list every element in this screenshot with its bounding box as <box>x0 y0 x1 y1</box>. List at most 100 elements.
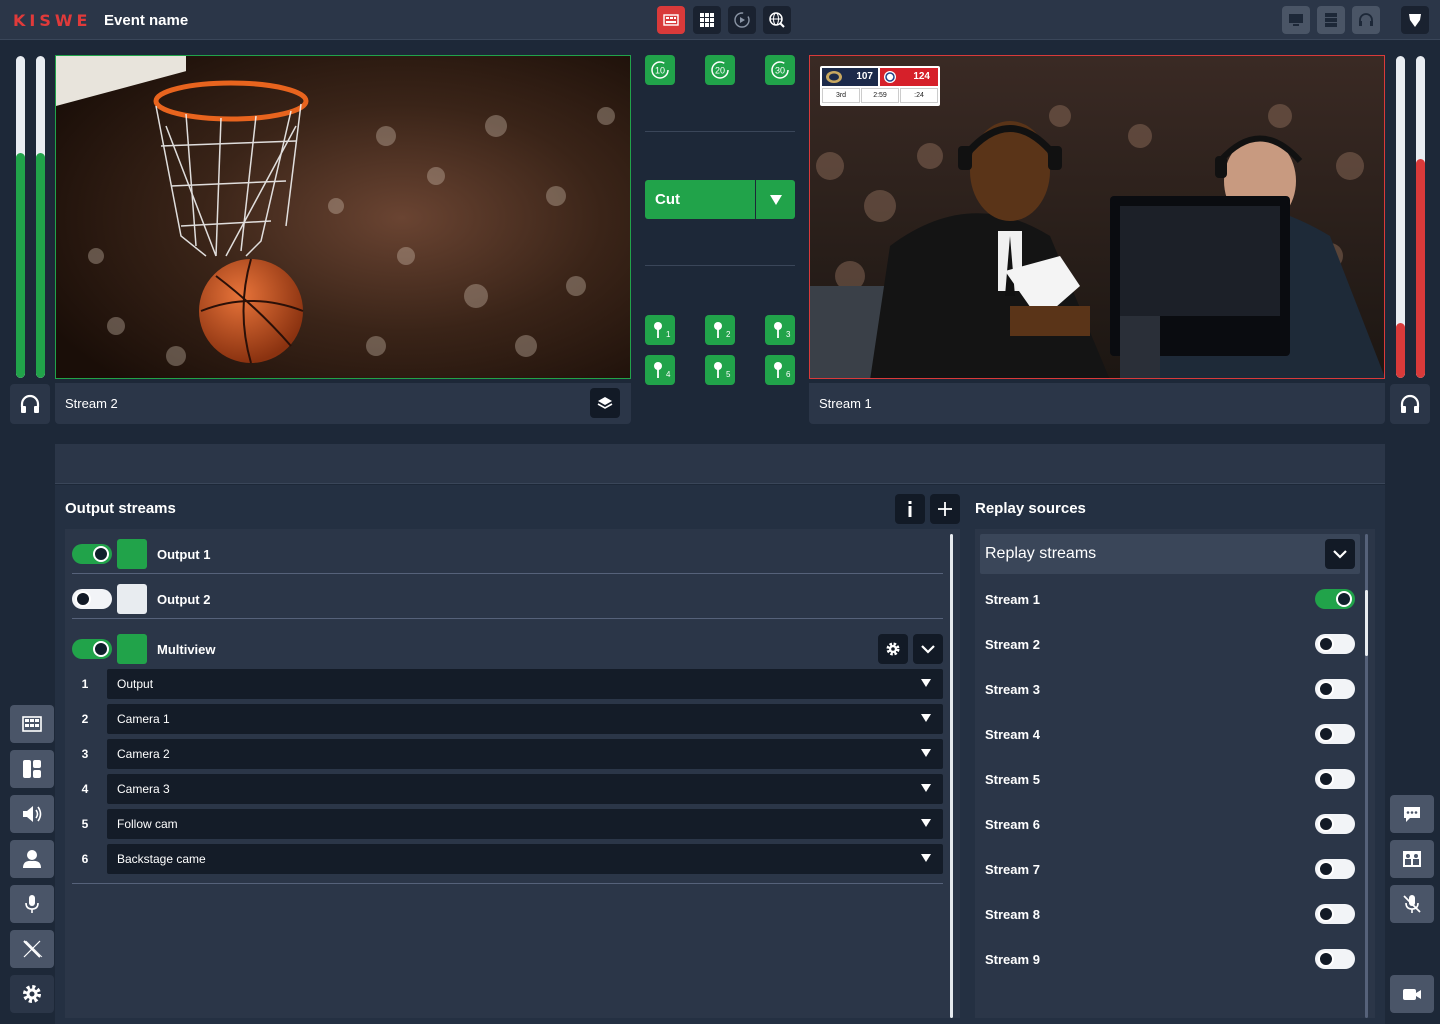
slot-6-select[interactable]: Backstage came <box>107 844 943 874</box>
replay-scrollbar-thumb[interactable] <box>1365 590 1368 656</box>
toggle-knob <box>1336 591 1352 607</box>
add-output-button[interactable] <box>930 494 960 524</box>
output-streams-title: Output streams <box>65 500 176 517</box>
toggle-knob <box>1318 681 1334 697</box>
server-button[interactable] <box>1317 6 1345 34</box>
slot-4-select[interactable]: Camera 3 <box>107 774 943 804</box>
chevron-down-icon <box>1333 550 1347 559</box>
headset-button[interactable] <box>1352 6 1380 34</box>
globe-search-icon <box>769 12 785 28</box>
marker-4-button[interactable]: 4 <box>645 355 675 385</box>
top-bar: KISWE Event name <box>0 0 1440 40</box>
output-1-toggle[interactable] <box>72 544 112 564</box>
rewind-10-button[interactable]: 10 <box>645 55 675 85</box>
toggle-knob <box>93 546 109 562</box>
output-2-color-swatch[interactable] <box>117 584 147 614</box>
clippers-logo-icon <box>884 71 896 83</box>
away-team-block: 124 <box>880 68 938 86</box>
game-clock: 2:59 <box>861 88 899 103</box>
plus-icon <box>938 502 952 516</box>
shot-clock: :24 <box>900 88 938 103</box>
monitor-button[interactable] <box>1282 6 1310 34</box>
sidebar-settings-button[interactable] <box>10 975 54 1013</box>
slot-1-select[interactable]: Output <box>107 669 943 699</box>
replay-stream-2-toggle[interactable] <box>1315 634 1355 654</box>
away-score: 124 <box>913 71 930 82</box>
output-1-color-swatch[interactable] <box>117 539 147 569</box>
grid-view-button[interactable] <box>693 6 721 34</box>
replay-stream-7-toggle[interactable] <box>1315 859 1355 879</box>
sidebar-mic-off-button[interactable] <box>1390 885 1434 923</box>
sidebar-audio-button[interactable] <box>10 795 54 833</box>
sidebar-multiview-button[interactable] <box>10 705 54 743</box>
output-2-toggle[interactable] <box>72 589 112 609</box>
svg-text:2: 2 <box>726 330 731 339</box>
replay-stream-6-toggle[interactable] <box>1315 814 1355 834</box>
toggle-knob <box>75 591 91 607</box>
replay-stream-4-toggle[interactable] <box>1315 724 1355 744</box>
toggle-knob <box>1318 906 1334 922</box>
marker-1-button[interactable]: 1 <box>645 315 675 345</box>
caret-down-icon <box>921 749 931 757</box>
marker-5-button[interactable]: 5 <box>705 355 735 385</box>
replay-stream-9-toggle[interactable] <box>1315 949 1355 969</box>
slot-2-select[interactable]: Camera 1 <box>107 704 943 734</box>
rewind-20-button[interactable]: 20 <box>705 55 735 85</box>
sidebar-chat-button[interactable] <box>1390 795 1434 833</box>
pin-icon: 4 <box>654 362 671 379</box>
replay-stream-3-toggle[interactable] <box>1315 679 1355 699</box>
replay-stream-5-toggle[interactable] <box>1315 769 1355 789</box>
replay-icon <box>734 12 750 28</box>
slot-3-select[interactable]: Camera 2 <box>107 739 943 769</box>
right-video-program[interactable]: 107 124 3rd 2:59 :24 <box>809 55 1385 379</box>
headphones-icon <box>20 394 40 413</box>
multiview-color-swatch[interactable] <box>117 634 147 664</box>
sidebar-layout-button[interactable] <box>10 750 54 788</box>
microphone-icon <box>25 895 39 913</box>
output-1-label: Output 1 <box>157 547 211 562</box>
scoreboard-overlay: 107 124 3rd 2:59 :24 <box>820 66 940 106</box>
left-headphones-button[interactable] <box>10 384 50 424</box>
info-button[interactable] <box>895 494 925 524</box>
scoreboard-view-button[interactable] <box>657 6 685 34</box>
slot-5-select[interactable]: Follow cam <box>107 809 943 839</box>
svg-text:4: 4 <box>666 370 671 379</box>
replay-stream-1-label: Stream 1 <box>985 592 1040 607</box>
marker-2-button[interactable]: 2 <box>705 315 735 345</box>
replay-stream-1-toggle[interactable] <box>1315 589 1355 609</box>
sidebar-user-button[interactable] <box>10 840 54 878</box>
right-stream-label: Stream 1 <box>819 396 872 411</box>
sidebar-team-button[interactable] <box>1390 840 1434 878</box>
shield-button[interactable] <box>1401 6 1429 34</box>
x-logo-icon <box>23 940 43 958</box>
transition-dropdown-button[interactable] <box>756 180 795 219</box>
marker-6-button[interactable]: 6 <box>765 355 795 385</box>
period: 3rd <box>822 88 860 103</box>
layers-button[interactable] <box>590 388 620 418</box>
replay-stream-8-toggle[interactable] <box>1315 904 1355 924</box>
replay-stream-4-label: Stream 4 <box>985 727 1040 742</box>
slot-2-number: 2 <box>81 712 89 726</box>
rewind-30-button[interactable]: 30 <box>765 55 795 85</box>
multiview-settings-button[interactable] <box>878 634 908 664</box>
multiview-expand-button[interactable] <box>913 634 943 664</box>
replay-collapse-button[interactable] <box>1325 539 1355 569</box>
replay-button[interactable] <box>728 6 756 34</box>
cut-button[interactable]: Cut <box>645 180 755 219</box>
replay-streams-dropdown[interactable]: Replay streams <box>980 534 1360 574</box>
pin-icon: 3 <box>774 322 791 339</box>
right-stream-bar: Stream 1 <box>809 383 1385 424</box>
chevron-down-icon <box>921 645 935 654</box>
right-headphones-button[interactable] <box>1390 384 1430 424</box>
caret-down-icon <box>921 854 931 862</box>
sidebar-microphone-button[interactable] <box>10 885 54 923</box>
marker-3-button[interactable]: 3 <box>765 315 795 345</box>
left-video-preview[interactable] <box>55 55 631 379</box>
controls-divider-bottom <box>645 265 795 266</box>
sidebar-camera-button[interactable] <box>1390 975 1434 1013</box>
output-scrollbar[interactable] <box>950 534 953 1018</box>
monitor-icon <box>1289 14 1303 26</box>
web-search-button[interactable] <box>763 6 791 34</box>
sidebar-x-button[interactable] <box>10 930 54 968</box>
multiview-toggle[interactable] <box>72 639 112 659</box>
